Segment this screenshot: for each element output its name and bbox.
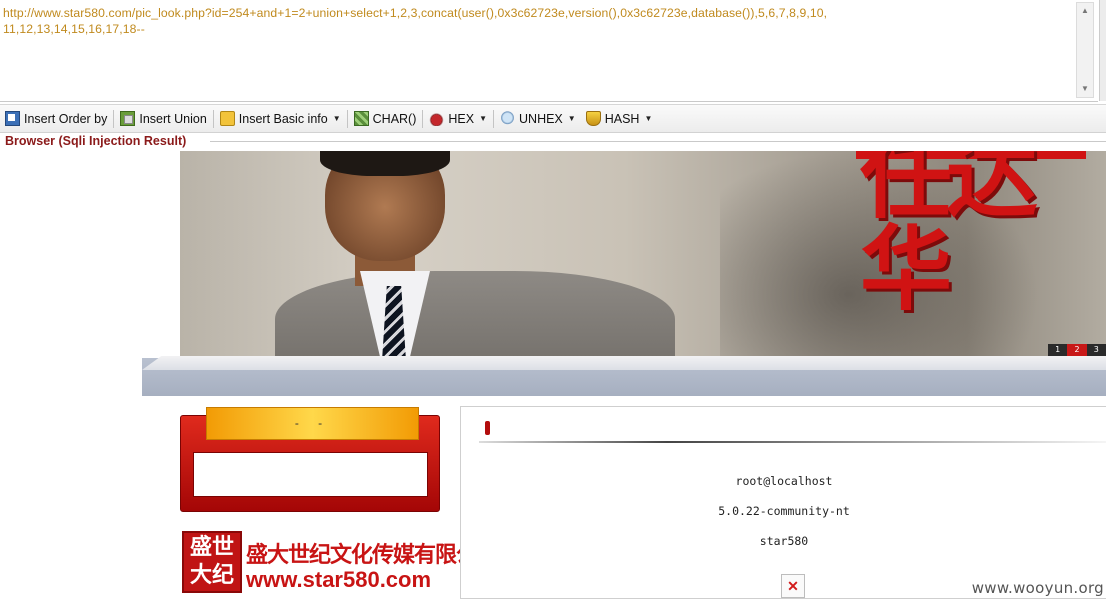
char-label: CHAR() bbox=[372, 111, 417, 126]
insert-union-button[interactable]: Insert Union bbox=[115, 105, 211, 132]
table-icon bbox=[5, 111, 20, 126]
pager-item[interactable]: 3 bbox=[1087, 344, 1106, 356]
unhex-icon bbox=[500, 111, 516, 126]
url-scrollbar[interactable]: ▲ ▼ bbox=[1076, 2, 1094, 98]
hero-banner[interactable]: 任达华 bbox=[180, 151, 1106, 356]
panel-marker bbox=[485, 421, 490, 435]
toolbar-separator bbox=[212, 109, 214, 128]
unhex-button[interactable]: UNHEX ▼ bbox=[495, 105, 581, 132]
shield-icon bbox=[585, 111, 601, 126]
result-user: root@localhost bbox=[735, 474, 833, 488]
sidebar-box-tab[interactable]: - - bbox=[206, 407, 419, 440]
company-logo[interactable]: 盛世大纪 盛大世纪文化传媒有限公司 www.star580.com bbox=[182, 531, 499, 595]
hash-button[interactable]: HASH ▼ bbox=[581, 105, 658, 132]
unhex-label: UNHEX bbox=[519, 111, 563, 126]
scroll-down-icon[interactable]: ▼ bbox=[1077, 82, 1093, 96]
hackbar-toolbar: Insert Order by Insert Union Insert Basi… bbox=[0, 104, 1106, 133]
logo-seal: 盛世大纪 bbox=[182, 531, 242, 593]
char-icon bbox=[353, 111, 369, 126]
banner-pager: 1 2 3 bbox=[1048, 344, 1106, 356]
url-text[interactable]: http://www.star580.com/pic_look.php?id=2… bbox=[3, 5, 833, 37]
section-divider bbox=[210, 141, 1106, 142]
union-icon bbox=[120, 111, 136, 126]
sidebar-box: - - bbox=[180, 407, 440, 512]
hex-button[interactable]: HEX ▼ bbox=[424, 105, 492, 132]
info-icon bbox=[219, 111, 235, 126]
insert-union-label: Insert Union bbox=[139, 111, 207, 126]
result-panel: root@localhost 5.0.22-community-nt star5… bbox=[460, 406, 1106, 599]
broken-image-icon: ✕ bbox=[781, 574, 805, 598]
scroll-up-icon[interactable]: ▲ bbox=[1077, 4, 1093, 18]
insert-basic-info-button[interactable]: Insert Basic info ▼ bbox=[215, 105, 346, 132]
sidebar-box-content bbox=[193, 452, 428, 497]
result-version: 5.0.22-community-nt bbox=[718, 504, 850, 518]
url-input[interactable]: http://www.star580.com/pic_look.php?id=2… bbox=[0, 0, 1098, 102]
pager-item[interactable]: 1 bbox=[1048, 344, 1067, 356]
toolbar-separator bbox=[422, 109, 424, 128]
result-database: star580 bbox=[759, 534, 809, 548]
watermark: www.wooyun.org bbox=[971, 579, 1104, 597]
nav-band-highlight bbox=[142, 356, 1106, 370]
hex-icon bbox=[429, 111, 445, 126]
chevron-down-icon: ▼ bbox=[332, 114, 341, 123]
chevron-down-icon: ▼ bbox=[479, 114, 488, 123]
window-edge bbox=[1099, 0, 1106, 101]
pager-item-active[interactable]: 2 bbox=[1067, 344, 1087, 356]
banner-hair bbox=[320, 151, 450, 176]
chevron-down-icon: ▼ bbox=[644, 114, 653, 123]
toolbar-separator bbox=[113, 109, 115, 128]
banner-suit bbox=[275, 271, 675, 356]
insert-order-by-button[interactable]: Insert Order by bbox=[0, 105, 112, 132]
panel-rule bbox=[479, 441, 1106, 443]
hash-label: HASH bbox=[604, 111, 640, 126]
toolbar-separator bbox=[346, 109, 348, 128]
hex-label: HEX bbox=[448, 111, 475, 126]
chevron-down-icon: ▼ bbox=[567, 114, 576, 123]
insert-basic-info-label: Insert Basic info bbox=[238, 111, 328, 126]
logo-site-url: www.star580.com bbox=[246, 567, 432, 592]
char-button[interactable]: CHAR() bbox=[349, 105, 422, 132]
browser-section-title: Browser (Sqli Injection Result) bbox=[5, 134, 187, 148]
insert-order-by-label: Insert Order by bbox=[24, 111, 108, 126]
banner-title: 任达华 bbox=[860, 151, 1038, 323]
toolbar-separator bbox=[493, 109, 495, 128]
